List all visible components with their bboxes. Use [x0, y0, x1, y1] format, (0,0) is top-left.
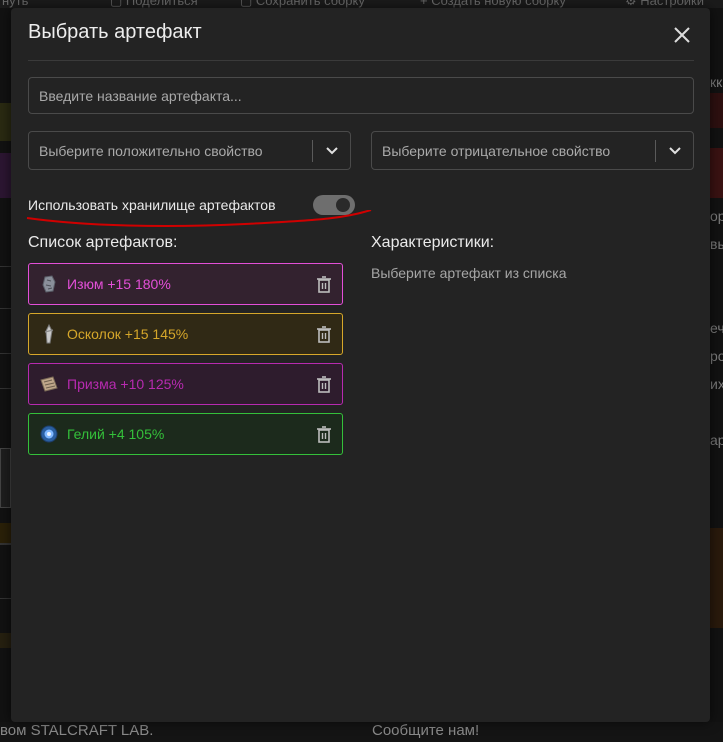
artifact-list-item[interactable]: Гелий +4 105%: [28, 413, 343, 455]
bg-fragment: их: [710, 376, 723, 392]
bg-fragment: еч: [710, 320, 723, 336]
positive-select-placeholder: Выберите положительно свойство: [39, 143, 263, 159]
storage-toggle-label: Использовать хранилище артефактов: [28, 197, 276, 213]
prism-icon: [40, 376, 58, 392]
storage-toggle[interactable]: [313, 195, 355, 215]
chevron-down-icon: [326, 147, 338, 155]
select-separator: [312, 140, 313, 162]
background-toolbar: нуть ▢ Поделиться ▢ Сохранить сборку + С…: [0, 0, 723, 8]
positive-property-select[interactable]: Выберите положительно свойство: [28, 131, 351, 170]
chevron-down-icon: [669, 147, 681, 155]
helium-icon: [40, 425, 58, 443]
shard-icon: [44, 324, 54, 344]
artifact-list-item[interactable]: Призма +10 125%: [28, 363, 343, 405]
bg-fragment: вы: [710, 236, 723, 252]
select-separator: [655, 140, 656, 162]
title-divider: [28, 60, 694, 61]
artifact-search-input[interactable]: [28, 77, 694, 114]
artifact-name: Осколок +15 145%: [67, 326, 189, 342]
footer-text-left: вом STALCRAFT LAB.: [0, 722, 154, 739]
artifact-list-item[interactable]: Изюм +15 180%: [28, 263, 343, 305]
characteristics-heading: Характеристики:: [371, 234, 495, 251]
bg-fragment: ро: [710, 348, 723, 364]
artifact-name: Гелий +4 105%: [67, 426, 165, 442]
trash-icon[interactable]: [315, 425, 333, 443]
close-icon[interactable]: [671, 24, 693, 46]
bg-fragment: кк: [710, 74, 723, 90]
modal-title: Выбрать артефакт: [28, 21, 202, 43]
bg-fragment: ар: [710, 432, 723, 448]
background-left-edge: [0, 8, 11, 742]
negative-select-placeholder: Выберите отрицательное свойство: [382, 143, 611, 159]
raisin-icon: [42, 275, 56, 293]
toggle-knob: [336, 198, 350, 212]
trash-icon[interactable]: [315, 325, 333, 343]
trash-icon[interactable]: [315, 375, 333, 393]
characteristics-hint: Выберите артефакт из списка: [371, 265, 567, 281]
trash-icon[interactable]: [315, 275, 333, 293]
artifact-name: Изюм +15 180%: [67, 276, 171, 292]
artifact-name: Призма +10 125%: [67, 376, 184, 392]
artifact-list-item[interactable]: Осколок +15 145%: [28, 313, 343, 355]
artifact-list-heading: Список артефактов:: [28, 234, 178, 251]
background-footer: вом STALCRAFT LAB. Сообщите нам!: [0, 722, 723, 742]
select-artifact-modal: Выбрать артефакт Выберите положительно с…: [11, 8, 710, 722]
background-right-edge: кк ор вы еч ро их ар: [710, 8, 723, 742]
bg-fragment: ор: [710, 208, 723, 224]
negative-property-select[interactable]: Выберите отрицательное свойство: [371, 131, 694, 170]
footer-text-right: Сообщите нам!: [372, 722, 480, 739]
